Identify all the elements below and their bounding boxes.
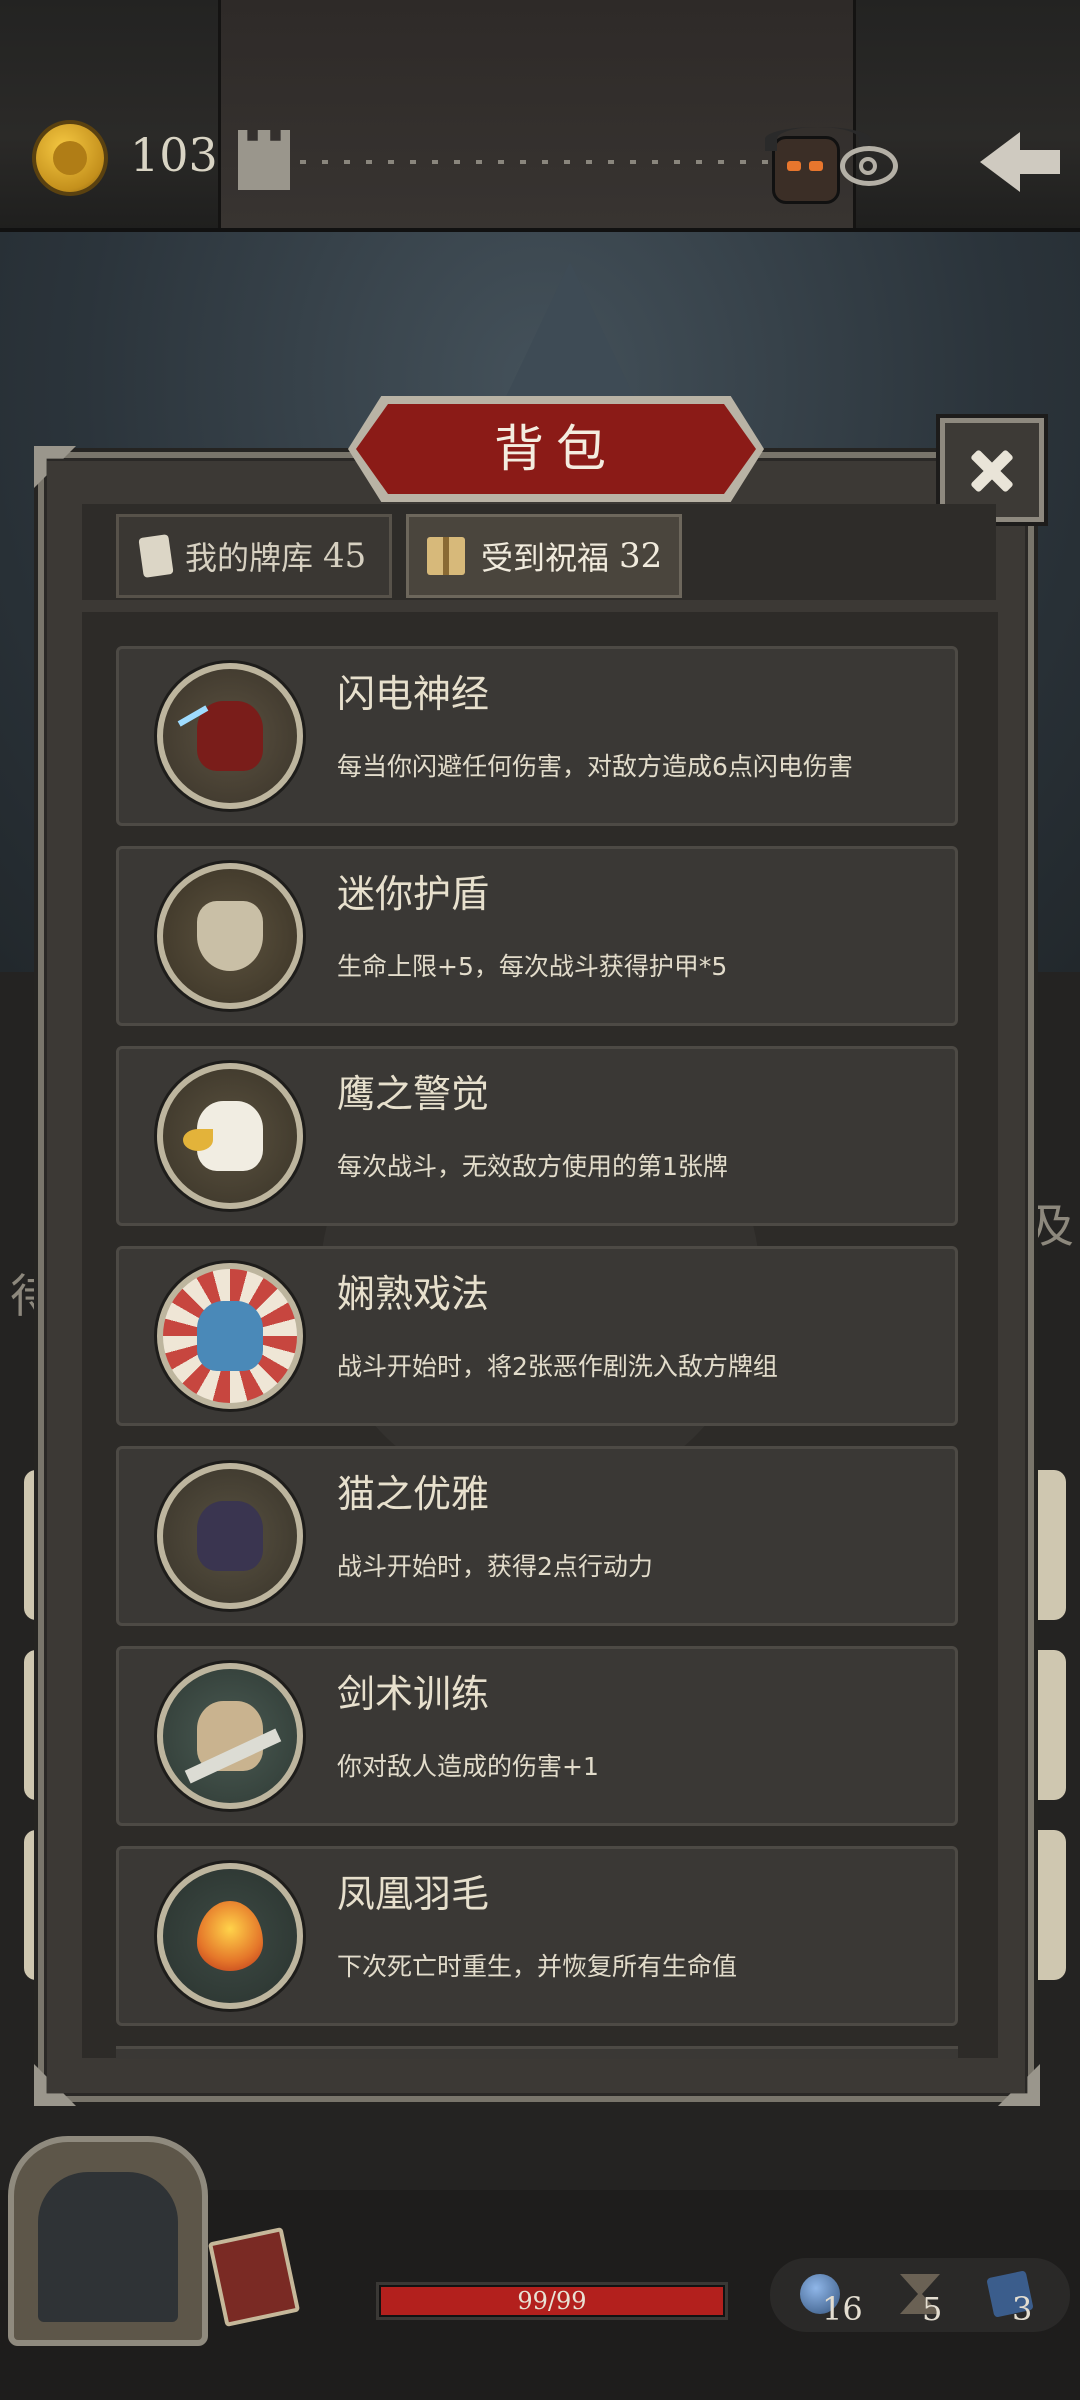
item-desc: 下次死亡时重生，并恢复所有生命值 — [337, 1952, 738, 1981]
item-desc: 你对敌人造成的伤害+1 — [337, 1752, 599, 1781]
item-name: 迷你护盾 — [337, 872, 490, 916]
skull-shield-icon — [157, 863, 303, 1009]
item-name: 娴熟戏法 — [337, 1272, 490, 1316]
cat-icon — [157, 1463, 303, 1609]
coin-icon — [36, 124, 104, 192]
tab-count: 45 — [323, 536, 367, 576]
boss-icon[interactable] — [765, 127, 871, 204]
item-desc: 每当你闪避任何伤害，对敌方造成6点闪电伤害 — [337, 752, 853, 781]
tab-blessings[interactable]: 受到祝福 32 — [406, 514, 682, 598]
tab-label: 我的牌库 — [185, 539, 314, 577]
modal-title: 背包 — [494, 420, 618, 478]
list-item[interactable]: 娴熟戏法 战斗开始时，将2张恶作剧洗入敌方牌组 — [116, 1246, 958, 1426]
stat-value: 16 — [822, 2290, 863, 2328]
tab-count: 32 — [619, 536, 663, 576]
eagle-icon — [157, 1063, 303, 1209]
item-name: 剑术训练 — [337, 1672, 490, 1716]
chest-icon[interactable] — [8, 2136, 208, 2346]
tab-my-deck[interactable]: 我的牌库 45 — [116, 514, 392, 598]
item-name: 猫之优雅 — [337, 1472, 490, 1516]
stat-value: 5 — [922, 2290, 943, 2328]
stat-orb[interactable]: 16 — [780, 2268, 870, 2332]
hp-text: 99/99 — [517, 2287, 587, 2315]
item-name: 闪电神经 — [337, 672, 490, 716]
list-item-partial — [116, 2046, 958, 2059]
rabbit-magician-icon — [157, 1263, 303, 1409]
side-text-right: 及 — [1028, 1199, 1074, 1253]
swordsman-icon — [157, 1663, 303, 1809]
list-item[interactable]: 闪电神经 每当你闪避任何伤害，对敌方造成6点闪电伤害 — [116, 646, 958, 826]
route-banner — [218, 0, 856, 228]
lightning-hood-icon — [157, 663, 303, 809]
item-name: 凤凰羽毛 — [337, 1872, 490, 1916]
item-name: 鹰之警觉 — [337, 1072, 490, 1116]
item-desc: 战斗开始时，将2张恶作剧洗入敌方牌组 — [337, 1352, 778, 1381]
stat-value: 3 — [1012, 2290, 1033, 2328]
item-desc: 每次战斗，无效敌方使用的第1张牌 — [337, 1152, 728, 1181]
cards-icon — [138, 534, 174, 578]
list-item[interactable]: 迷你护盾 生命上限+5，每次战斗获得护甲*5 — [116, 846, 958, 1026]
item-desc: 生命上限+5，每次战斗获得护甲*5 — [337, 952, 728, 981]
gift-icon — [427, 537, 465, 575]
gold-count: 103 — [130, 128, 218, 182]
tab-label: 受到祝福 — [481, 539, 610, 577]
list-item[interactable]: 凤凰羽毛 下次死亡时重生，并恢复所有生命值 — [116, 1846, 958, 2026]
list-item[interactable]: 猫之优雅 战斗开始时，获得2点行动力 — [116, 1446, 958, 1626]
stat-deck[interactable]: 3 — [970, 2268, 1060, 2332]
eye-icon[interactable] — [840, 146, 898, 186]
list-item[interactable]: 鹰之警觉 每次战斗，无效敌方使用的第1张牌 — [116, 1046, 958, 1226]
list-item[interactable]: 剑术训练 你对敌人造成的伤害+1 — [116, 1646, 958, 1826]
phoenix-feather-icon — [157, 1863, 303, 2009]
stat-hourglass[interactable]: 5 — [880, 2268, 970, 2332]
item-desc: 战斗开始时，获得2点行动力 — [337, 1552, 653, 1581]
top-bar — [0, 0, 1080, 232]
tower-icon — [238, 130, 290, 190]
back-arrow-icon[interactable] — [980, 124, 1060, 200]
route-progress-path — [300, 160, 770, 164]
